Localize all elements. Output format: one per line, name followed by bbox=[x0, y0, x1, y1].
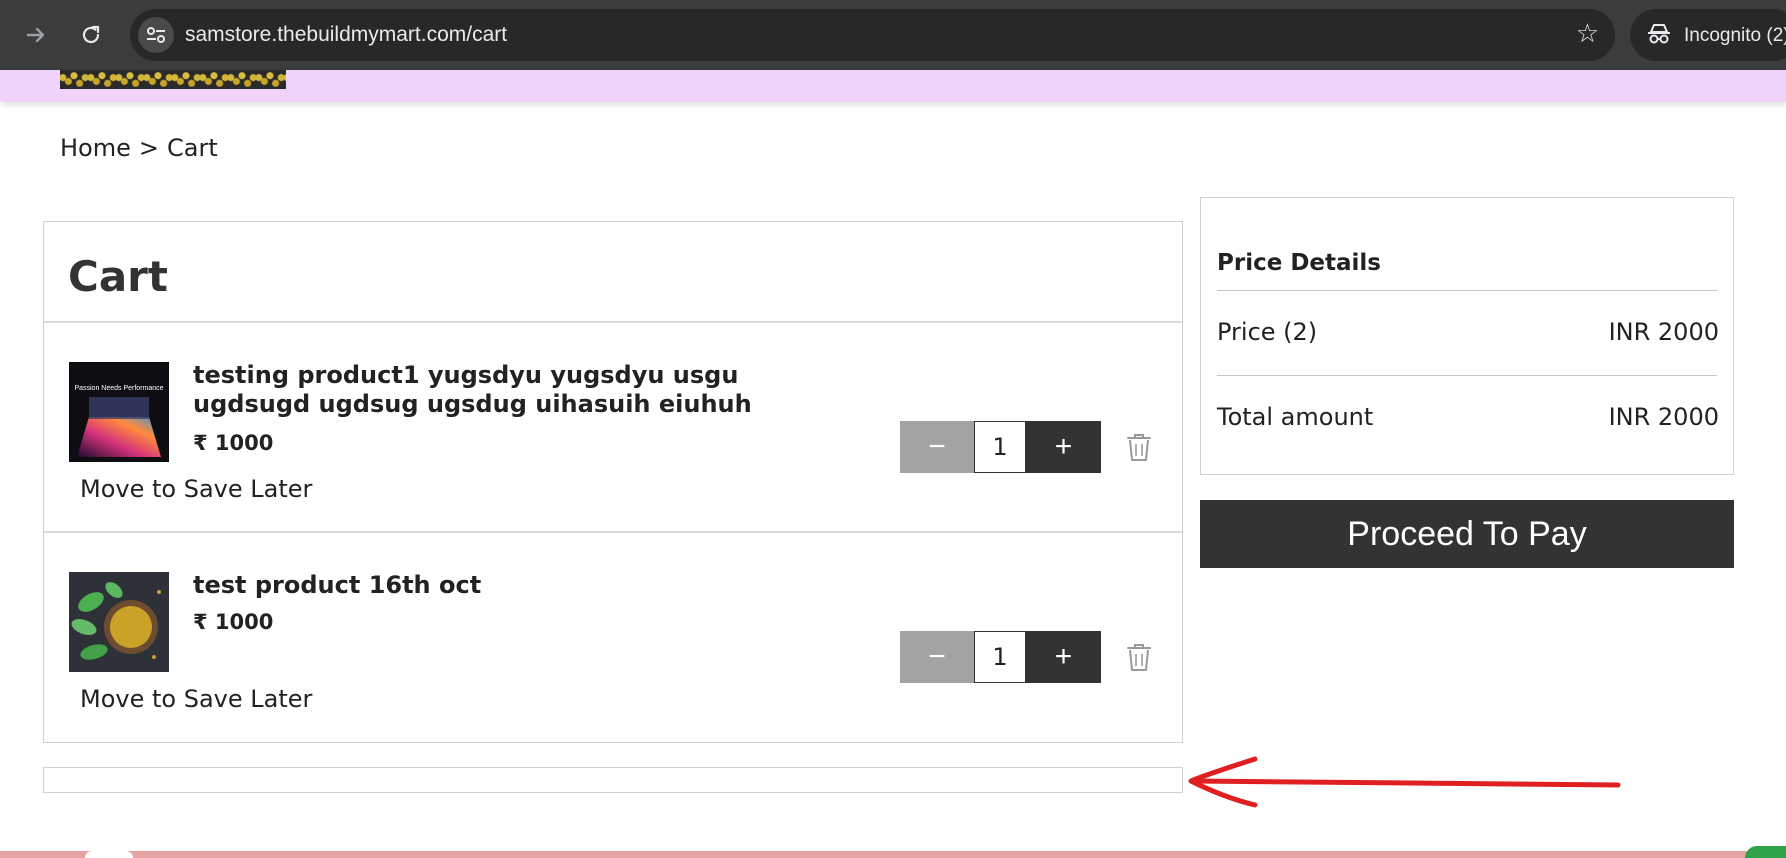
cart-item: test product 16th oct ₹ 1000 Move to Sav… bbox=[44, 533, 1182, 743]
product-name[interactable]: testing product1 yugsdyu yugsdyu usgu ug… bbox=[193, 361, 833, 419]
url-text[interactable]: samstore.thebuildmymart.com/cart bbox=[185, 23, 507, 47]
total-amount-label: Total amount bbox=[1217, 403, 1374, 431]
site-footer bbox=[0, 851, 1786, 858]
trash-icon[interactable] bbox=[1124, 641, 1154, 673]
divider bbox=[1217, 290, 1717, 291]
product-price: ₹ 1000 bbox=[193, 431, 274, 455]
thumbnail-text: Passion Needs Performance bbox=[74, 385, 163, 392]
quantity-stepper: − 1 + bbox=[900, 631, 1101, 683]
price-label: Price (2) bbox=[1217, 318, 1318, 346]
site-info-icon[interactable] bbox=[138, 17, 174, 53]
cart-title: Cart bbox=[68, 252, 168, 301]
decrease-quantity-button[interactable]: − bbox=[900, 631, 974, 683]
incognito-badge[interactable]: Incognito (2) bbox=[1630, 9, 1786, 61]
browser-toolbar: samstore.thebuildmymart.com/cart ☆ Incog… bbox=[0, 0, 1786, 70]
increase-quantity-button[interactable]: + bbox=[1026, 631, 1101, 683]
trash-icon[interactable] bbox=[1124, 431, 1154, 463]
price-details-panel: Price Details Price (2) INR 2000 Total a… bbox=[1200, 197, 1734, 475]
incognito-icon bbox=[1646, 21, 1672, 51]
forward-icon[interactable] bbox=[16, 15, 56, 55]
increase-quantity-button[interactable]: + bbox=[1026, 421, 1101, 473]
price-details-title: Price Details bbox=[1217, 250, 1381, 276]
decrease-quantity-button[interactable]: − bbox=[900, 421, 974, 473]
address-bar[interactable]: samstore.thebuildmymart.com/cart ☆ bbox=[130, 9, 1615, 61]
footer-bubble bbox=[85, 851, 133, 858]
breadcrumb: Home > Cart bbox=[60, 134, 218, 162]
header-banner-image[interactable] bbox=[60, 70, 286, 89]
move-to-save-later-link[interactable]: Move to Save Later bbox=[80, 685, 312, 713]
proceed-to-pay-button[interactable]: Proceed To Pay bbox=[1200, 500, 1734, 568]
breadcrumb-home[interactable]: Home bbox=[60, 134, 131, 162]
quantity-value[interactable]: 1 bbox=[974, 421, 1026, 473]
chat-widget-icon[interactable] bbox=[1745, 846, 1786, 858]
incognito-label: Incognito (2) bbox=[1684, 25, 1786, 46]
annotation-arrow-icon bbox=[1188, 756, 1621, 808]
product-price: ₹ 1000 bbox=[193, 610, 274, 634]
product-thumbnail[interactable] bbox=[69, 572, 169, 672]
cart-item: Passion Needs Performance testing produc… bbox=[44, 323, 1182, 533]
breadcrumb-current: Cart bbox=[166, 134, 218, 162]
cart-panel: Cart Passion Needs Performance testing p… bbox=[43, 221, 1183, 743]
bookmark-star-icon[interactable]: ☆ bbox=[1576, 19, 1599, 49]
total-amount-value: INR 2000 bbox=[1608, 403, 1719, 431]
price-value: INR 2000 bbox=[1608, 318, 1719, 346]
site-header bbox=[0, 70, 1786, 102]
empty-container bbox=[43, 767, 1183, 793]
quantity-value[interactable]: 1 bbox=[974, 631, 1026, 683]
product-name[interactable]: test product 16th oct bbox=[193, 571, 833, 600]
move-to-save-later-link[interactable]: Move to Save Later bbox=[80, 475, 312, 503]
product-thumbnail[interactable]: Passion Needs Performance bbox=[69, 362, 169, 462]
reload-icon[interactable] bbox=[71, 15, 111, 55]
divider bbox=[1217, 375, 1717, 376]
breadcrumb-separator: > bbox=[138, 134, 159, 162]
quantity-stepper: − 1 + bbox=[900, 421, 1101, 473]
